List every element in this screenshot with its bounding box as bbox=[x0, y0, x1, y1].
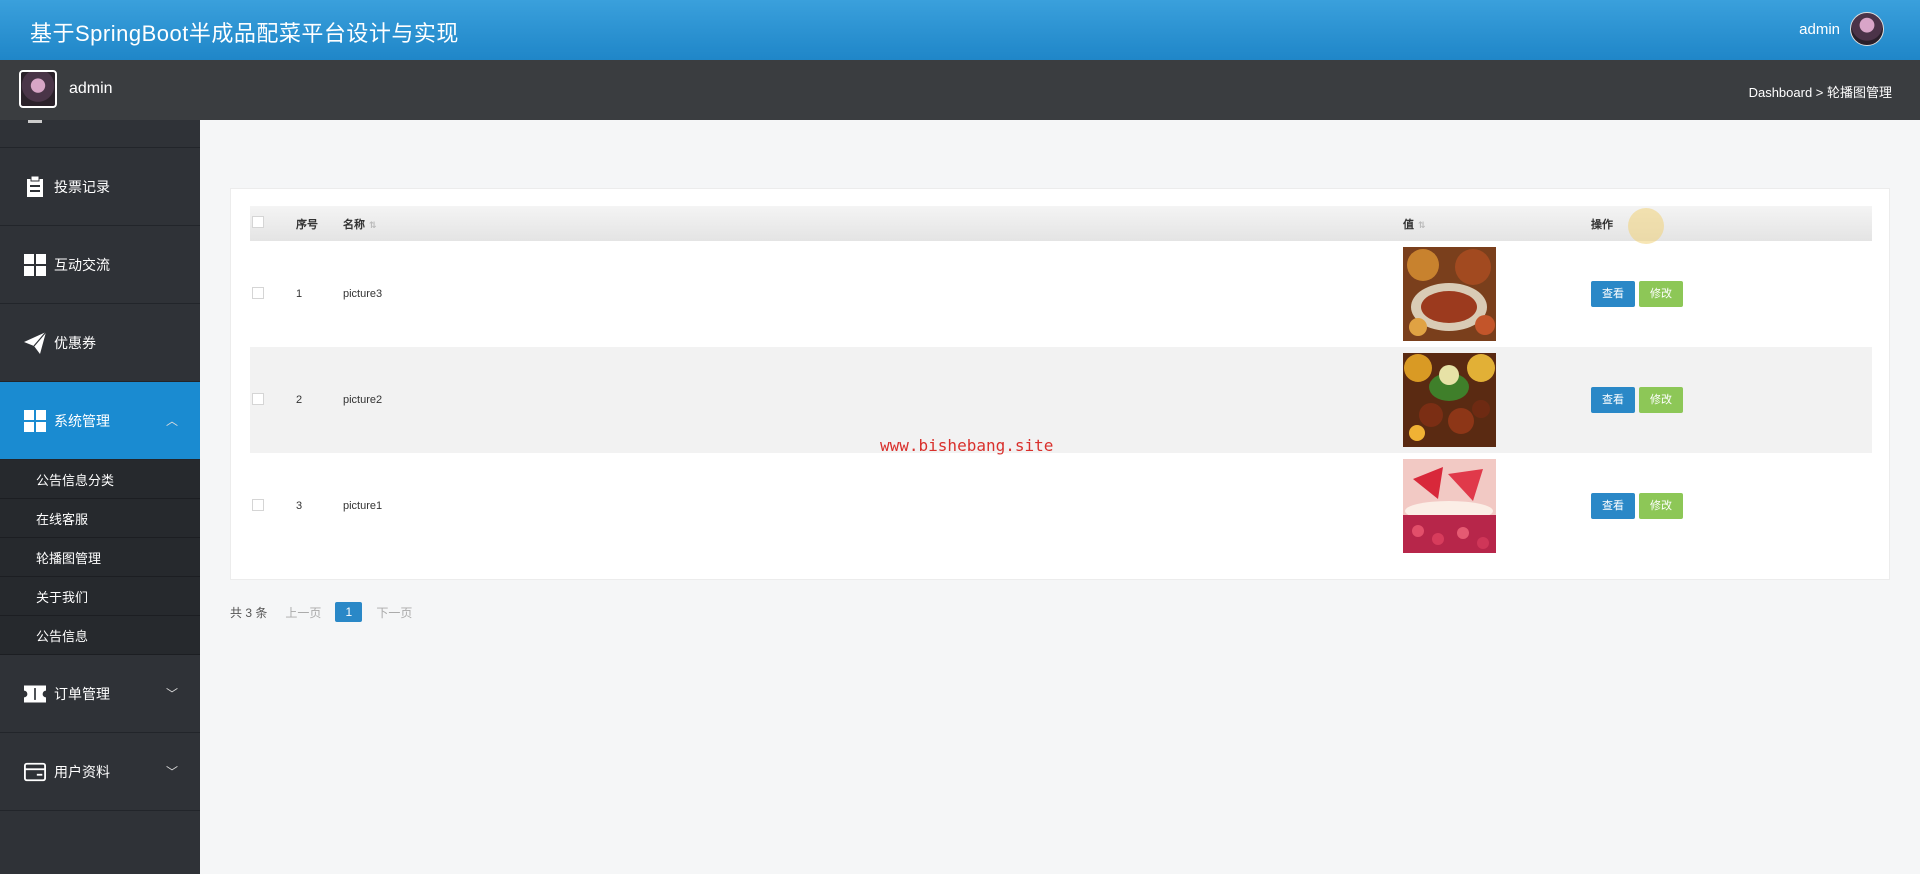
row-index: 3 bbox=[296, 500, 303, 512]
sort-icon: ⇅ bbox=[1418, 219, 1426, 230]
chevron-down-icon: ﹀ bbox=[165, 687, 178, 701]
row-checkbox[interactable] bbox=[252, 498, 264, 511]
sidebar-subitem-about-us[interactable]: 关于我们 bbox=[0, 577, 200, 616]
carousel-table: 序号 名称 ⇅ 值 ⇅ 操作 1 picture3 查看 修改 2 pictur… bbox=[250, 206, 1872, 559]
table-row: 2 picture2 查看 修改 bbox=[250, 347, 1872, 453]
row-index: 2 bbox=[296, 394, 303, 406]
sidebar-item-orders[interactable]: 订单管理 ﹀ bbox=[0, 655, 200, 733]
sidebar: 投票记录 互动交流 优惠券 系统管理 ︿ 公告信息分类 在线客服 轮播图管理 关… bbox=[0, 120, 200, 874]
sub-user-info: admin bbox=[19, 70, 113, 108]
table-row: 1 picture3 查看修改 bbox=[250, 241, 1872, 347]
row-index: 1 bbox=[296, 288, 303, 300]
sidebar-subitem-notice-category[interactable]: 公告信息分类 bbox=[0, 460, 200, 499]
header-name[interactable]: 名称 ⇅ bbox=[343, 206, 1403, 241]
sub-header: admin Dashboard > 轮播图管理 bbox=[0, 60, 1920, 120]
next-page-button[interactable]: 下一页 bbox=[376, 604, 412, 621]
sidebar-item-vote-records[interactable]: 投票记录 bbox=[0, 148, 200, 226]
sub-username: admin bbox=[69, 80, 113, 97]
view-button[interactable]: 查看 bbox=[1591, 493, 1635, 519]
sidebar-item-user-profile[interactable]: 用户资料 ﹀ bbox=[0, 733, 200, 811]
pagination: 共 3 条 上一页 1 下一页 bbox=[230, 602, 412, 622]
card-icon bbox=[24, 761, 46, 783]
top-user-menu[interactable]: admin bbox=[1799, 12, 1884, 46]
current-page-button[interactable]: 1 bbox=[335, 602, 363, 622]
cursor-highlight bbox=[1628, 208, 1664, 244]
grid-icon bbox=[24, 253, 46, 276]
sidebar-item-label: 用户资料 bbox=[54, 763, 110, 780]
edit-button[interactable]: 修改 bbox=[1639, 493, 1683, 519]
sidebar-item-label: 优惠券 bbox=[54, 334, 96, 351]
food-image bbox=[1403, 353, 1496, 447]
sidebar-item-coupons[interactable]: 优惠券 bbox=[0, 304, 200, 382]
clipboard-icon bbox=[24, 175, 46, 198]
row-checkbox[interactable] bbox=[252, 392, 264, 405]
ticket-icon bbox=[24, 683, 46, 705]
edit-button[interactable]: 修改 bbox=[1639, 281, 1683, 307]
chevron-up-icon: ︿ bbox=[165, 414, 178, 428]
sidebar-scroll-top bbox=[0, 120, 200, 148]
avatar[interactable] bbox=[1850, 12, 1884, 46]
header-value[interactable]: 值 ⇅ bbox=[1403, 206, 1591, 241]
sidebar-item-interaction[interactable]: 互动交流 bbox=[0, 226, 200, 304]
sidebar-subitem-online-service[interactable]: 在线客服 bbox=[0, 499, 200, 538]
sidebar-item-label: 订单管理 bbox=[54, 685, 110, 702]
table-row: 3 picture1 查看 修改 bbox=[250, 453, 1872, 559]
edit-button[interactable]: 修改 bbox=[1639, 387, 1683, 413]
food-image bbox=[1403, 459, 1496, 553]
row-name: picture2 bbox=[343, 394, 383, 406]
sidebar-item-label: 投票记录 bbox=[54, 178, 110, 195]
avatar-square bbox=[19, 70, 57, 108]
prev-page-button[interactable]: 上一页 bbox=[285, 604, 321, 621]
sort-icon: ⇅ bbox=[369, 219, 377, 230]
table-card: 序号 名称 ⇅ 值 ⇅ 操作 1 picture3 查看 修改 2 pictur… bbox=[230, 188, 1890, 580]
top-header: 基于SpringBoot半成品配菜平台设计与实现 admin bbox=[0, 0, 1920, 60]
breadcrumb: Dashboard > 轮播图管理 bbox=[1748, 85, 1892, 100]
chevron-down-icon: ﹀ bbox=[165, 765, 178, 779]
watermark: www.bishebang.site bbox=[880, 436, 1054, 455]
grid-icon bbox=[24, 409, 46, 432]
sidebar-item-label: 系统管理 bbox=[54, 412, 110, 429]
sidebar-item-label: 互动交流 bbox=[54, 256, 110, 273]
view-button[interactable]: 查看 bbox=[1591, 281, 1635, 307]
sidebar-item-system-management[interactable]: 系统管理 ︿ bbox=[0, 382, 200, 460]
top-username: admin bbox=[1799, 20, 1840, 38]
row-name: picture1 bbox=[343, 500, 383, 512]
pagination-total: 共 3 条 bbox=[230, 605, 268, 620]
sidebar-subitem-carousel[interactable]: 轮播图管理 bbox=[0, 538, 200, 577]
row-name: picture3 bbox=[343, 288, 383, 300]
paper-plane-icon bbox=[24, 331, 46, 354]
header-index: 序号 bbox=[296, 218, 318, 231]
food-image bbox=[1403, 247, 1496, 341]
sidebar-subitem-notices[interactable]: 公告信息 bbox=[0, 616, 200, 655]
select-all-checkbox[interactable] bbox=[252, 216, 264, 228]
row-checkbox[interactable] bbox=[252, 286, 264, 299]
view-button[interactable]: 查看 bbox=[1591, 387, 1635, 413]
app-title: 基于SpringBoot半成品配菜平台设计与实现 bbox=[30, 21, 459, 46]
